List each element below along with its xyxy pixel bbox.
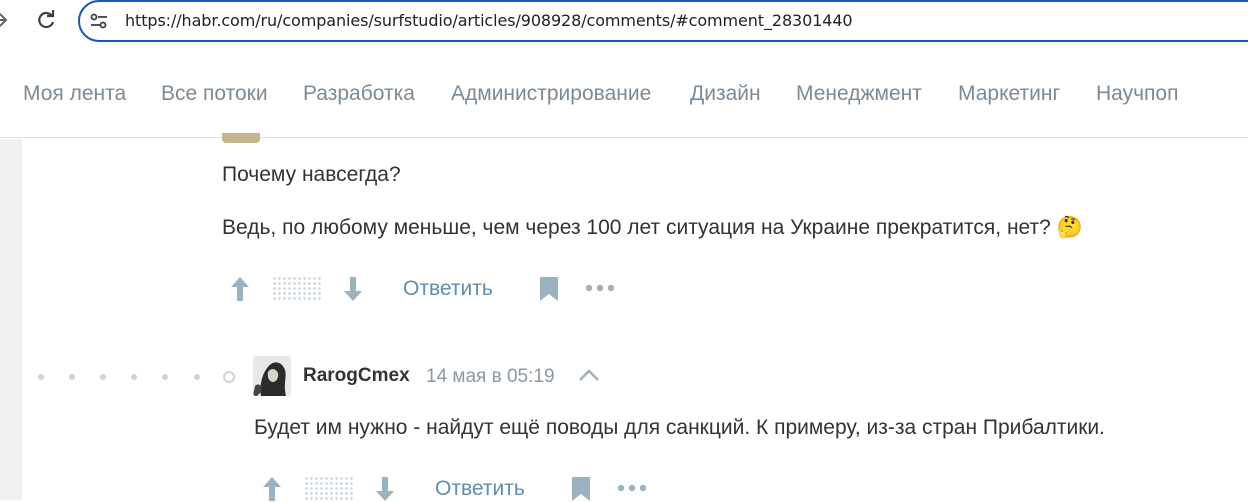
site-info-icon[interactable] (88, 10, 110, 32)
more-dots-icon[interactable] (616, 482, 648, 494)
thread-level-ring[interactable] (223, 371, 235, 383)
thread-level-dot (100, 374, 106, 380)
nav-item-marketing[interactable]: Маркетинг (958, 82, 1060, 106)
page-gutter (0, 139, 22, 500)
comment-text-line: Будет им нужно - найдут ещё поводы для с… (254, 416, 1105, 439)
more-dots-icon[interactable] (584, 282, 616, 294)
reply-button[interactable]: Ответить (435, 477, 525, 501)
nav-item-my-feed[interactable]: Моя лента (23, 82, 126, 106)
nav-item-design[interactable]: Дизайн (690, 82, 761, 106)
comment-author[interactable]: RarogCmex (303, 365, 410, 387)
browser-toolbar: https://habr.com/ru/companies/surfstudio… (0, 0, 1248, 44)
bookmark-icon[interactable] (571, 476, 591, 502)
thread-level-dot (162, 374, 168, 380)
rating-score (272, 276, 322, 302)
url-text[interactable]: https://habr.com/ru/companies/surfstudio… (125, 11, 853, 30)
reload-icon[interactable] (34, 8, 58, 32)
avatar[interactable] (253, 356, 291, 396)
thread-level-dot (69, 374, 75, 380)
downvote-arrow-icon[interactable] (343, 276, 363, 302)
upvote-arrow-icon[interactable] (262, 476, 282, 502)
nav-item-development[interactable]: Разработка (303, 82, 415, 106)
rating-score (304, 476, 354, 502)
comment-date[interactable]: 14 мая в 05:19 (426, 366, 555, 388)
comment-text-line: Почему навсегда? (222, 163, 401, 186)
thread-level-dot (131, 374, 137, 380)
reply-button[interactable]: Ответить (403, 277, 493, 301)
address-bar[interactable]: https://habr.com/ru/companies/surfstudio… (78, 0, 1248, 42)
nav-item-all-streams[interactable]: Все потоки (161, 82, 268, 106)
nav-item-management[interactable]: Менеджмент (796, 82, 922, 106)
downvote-arrow-icon[interactable] (375, 476, 395, 502)
thread-level-dot (194, 374, 200, 380)
bookmark-icon[interactable] (539, 276, 559, 302)
nav-item-administration[interactable]: Администрирование (451, 82, 651, 106)
thread-level-dot (38, 374, 44, 380)
upvote-arrow-icon[interactable] (230, 276, 250, 302)
habr-nav-bar: Моя лента Все потоки Разработка Админист… (0, 48, 1248, 138)
nav-item-popsci[interactable]: Научпоп (1096, 82, 1178, 106)
comments-area (22, 139, 1248, 500)
forward-arrow-icon[interactable] (0, 8, 8, 32)
avatar[interactable] (222, 133, 260, 143)
chevron-up-icon[interactable] (578, 368, 600, 382)
comment-text-line: Ведь, по любому меньше, чем через 100 ле… (222, 216, 1083, 239)
